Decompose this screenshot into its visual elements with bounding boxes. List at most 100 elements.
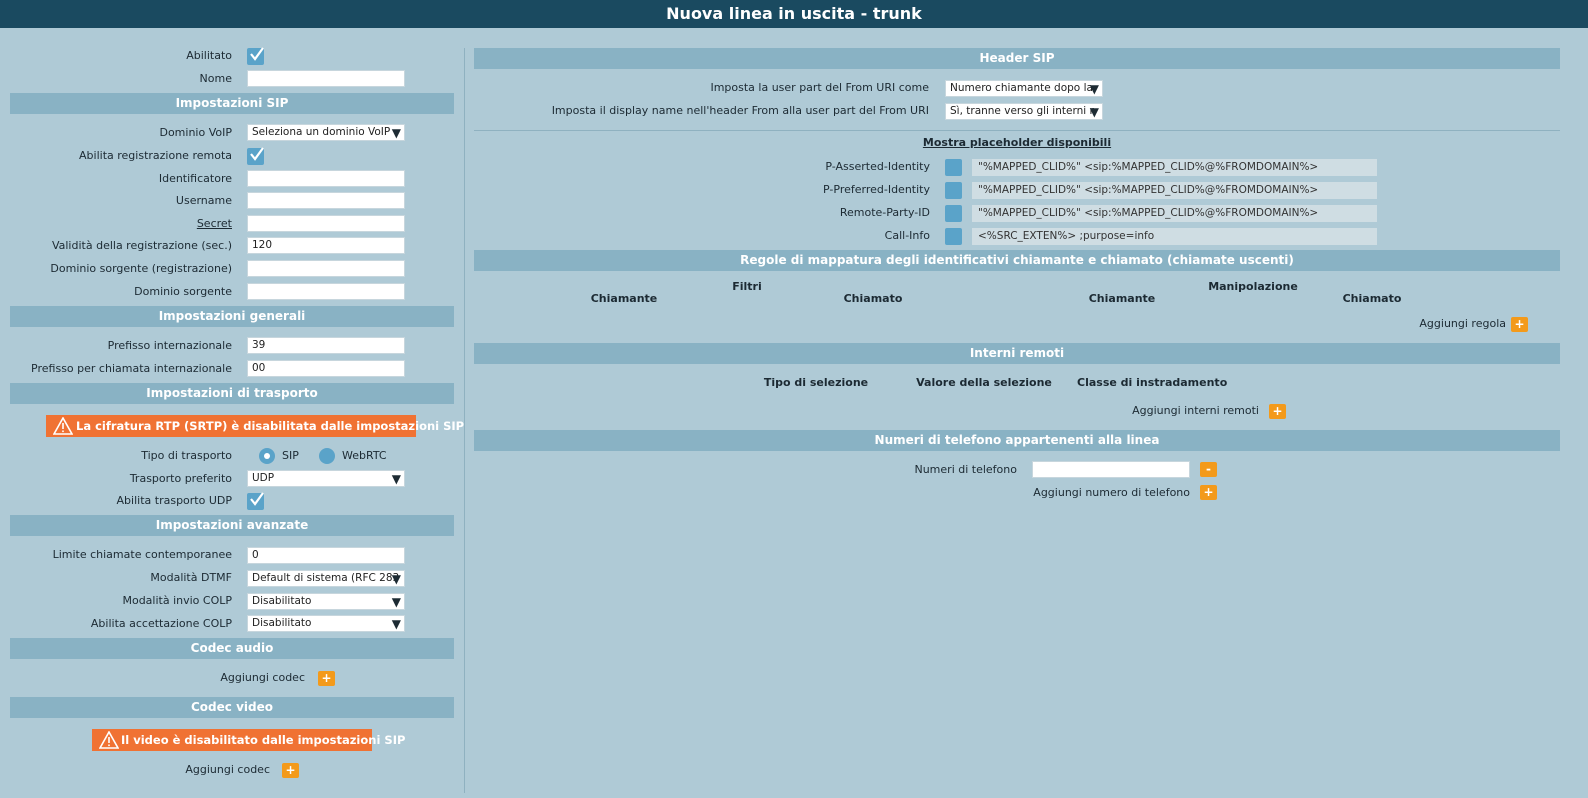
manipolazione-header: Manipolazione [1208,280,1298,293]
prefisso-chiamata-input[interactable]: 00 [247,360,405,377]
add-codec-video-button[interactable]: + [282,763,299,778]
srtp-warning-text: La cifratura RTP (SRTP) è disabilitata d… [76,419,465,433]
call-info-label: Call-Info [884,229,930,242]
add-regola-button[interactable]: + [1511,317,1528,332]
numeri-telefono-input[interactable] [1032,461,1190,478]
secret-label[interactable]: Secret [10,215,232,233]
dominio-voip-label: Dominio VoIP [159,126,232,139]
chevron-down-icon: ▼ [391,617,401,631]
chevron-down-icon: ▼ [391,595,401,609]
from-uri-select[interactable]: Numero chiamante dopo la ▼ [945,80,1103,97]
dominio-sorgente-input[interactable] [247,283,405,300]
dominio-sorgente-label: Dominio sorgente [134,285,232,298]
manipolazione-chiamato-header: Chiamato [1342,292,1402,305]
section-header-generali: Impostazioni generali [10,306,454,327]
column-divider [464,48,465,793]
dtmf-select[interactable]: Default di sistema (RFC 283 ▼ [247,570,405,587]
manipolazione-chiamante-header: Chiamante [1088,292,1156,305]
chevron-down-icon: ▼ [391,126,401,140]
add-codec-audio-button[interactable]: + [318,671,335,686]
p-asserted-identity-input[interactable]: "%MAPPED_CLID%" <sip:%MAPPED_CLID%@%FROM… [972,159,1377,176]
page-title: Nuova linea in uscita - trunk [0,0,1588,28]
add-numero-button[interactable]: + [1200,485,1217,500]
remote-party-id-input[interactable]: "%MAPPED_CLID%" <sip:%MAPPED_CLID%@%FROM… [972,205,1377,222]
radio-sip[interactable] [259,448,275,464]
tipo-trasporto-label: Tipo di trasporto [141,449,232,462]
nome-label: Nome [199,72,232,85]
display-name-value: Sì, tranne verso gli interni r [950,105,1094,117]
dtmf-value: Default di sistema (RFC 283 [252,572,400,584]
tipo-selezione-header: Tipo di selezione [763,376,869,389]
section-header-trasporto: Impostazioni di trasporto [10,383,454,404]
trasporto-preferito-label: Trasporto preferito [129,472,232,485]
identificatore-label: Identificatore [158,172,232,185]
chevron-down-icon: ▼ [1089,105,1099,119]
limite-chiamate-input[interactable]: 0 [247,547,405,564]
prefisso-internazionale-input[interactable]: 39 [247,337,405,354]
abilitato-checkbox[interactable] [247,47,264,65]
video-warning-banner: Il video è disabilitato dalle impostazio… [92,729,405,751]
validita-label: Validità della registrazione (sec.) [51,239,232,252]
nome-input[interactable] [247,70,405,87]
chevron-down-icon: ▼ [1089,82,1099,96]
p-preferred-identity-checkbox[interactable] [945,182,962,199]
remove-numero-button[interactable]: - [1200,462,1217,477]
dominio-sorgente-registrazione-input[interactable] [247,260,405,277]
username-input[interactable] [247,192,405,209]
colp-invio-select[interactable]: Disabilitato ▼ [247,593,405,610]
warning-icon [99,731,119,749]
dominio-voip-select[interactable]: Seleziona un dominio VoIP ▼ [247,124,405,141]
p-preferred-identity-label: P-Preferred-Identity [823,183,930,196]
trasporto-udp-checkbox[interactable] [247,492,264,510]
dominio-sorgente-registrazione-label: Dominio sorgente (registrazione) [50,262,232,275]
trasporto-preferito-select[interactable]: UDP ▼ [247,470,405,487]
placeholder-link[interactable]: Mostra placeholder disponibili [474,134,1560,152]
display-name-label: Imposta il display name nell'header From… [551,104,929,117]
warning-icon [53,417,73,435]
prefisso-internazionale-label: Prefisso internazionale [107,339,232,352]
registrazione-remota-checkbox[interactable] [247,147,264,165]
section-header-avanzate: Impostazioni avanzate [10,515,454,536]
secret-input[interactable] [247,215,405,232]
header-sip-divider [474,130,1560,131]
video-warning-text: Il video è disabilitato dalle impostazio… [121,733,406,747]
aggiungi-codec-audio-label: Aggiungi codec [220,671,305,684]
registrazione-remota-label: Abilita registrazione remota [79,149,232,162]
valore-selezione-header: Valore della selezione [916,376,1052,389]
call-info-checkbox[interactable] [945,228,962,245]
filtri-chiamato-header: Chiamato [843,292,903,305]
limite-chiamate-label: Limite chiamate contemporanee [52,548,232,561]
section-header-sip: Impostazioni SIP [10,93,454,114]
srtp-warning-banner: La cifratura RTP (SRTP) è disabilitata d… [46,415,464,437]
identificatore-input[interactable] [247,170,405,187]
validita-input[interactable]: 120 [247,237,405,254]
checkmark-icon [250,492,264,506]
section-header-sip-header: Header SIP [474,48,1560,69]
section-header-codec-audio: Codec audio [10,638,454,659]
colp-accettazione-label: Abilita accettazione COLP [90,617,232,630]
username-label: Username [175,194,232,207]
section-header-interni-remoti: Interni remoti [474,343,1560,364]
section-header-mappatura: Regole di mappatura degli identificativi… [474,250,1560,271]
filtri-chiamante-header: Chiamante [590,292,658,305]
colp-accettazione-select[interactable]: Disabilitato ▼ [247,615,405,632]
aggiungi-numero-label: Aggiungi numero di telefono [1033,486,1190,499]
chevron-down-icon: ▼ [391,572,401,586]
remote-party-id-label: Remote-Party-ID [839,206,930,219]
from-uri-label: Imposta la user part del From URI come [710,81,929,94]
from-uri-value: Numero chiamante dopo la [950,82,1093,94]
remote-party-id-checkbox[interactable] [945,205,962,222]
radio-webrtc[interactable] [319,448,335,464]
section-header-numeri: Numeri di telefono appartenenti alla lin… [474,430,1560,451]
p-asserted-identity-checkbox[interactable] [945,159,962,176]
radio-webrtc-label: WebRTC [342,449,387,462]
p-preferred-identity-input[interactable]: "%MAPPED_CLID%" <sip:%MAPPED_CLID%@%FROM… [972,182,1377,199]
call-info-input[interactable]: <%SRC_EXTEN%> ;purpose=info [972,228,1377,245]
display-name-select[interactable]: Sì, tranne verso gli interni r ▼ [945,103,1103,120]
colp-accettazione-value: Disabilitato [252,617,312,629]
add-interni-button[interactable]: + [1269,404,1286,419]
checkmark-icon [250,47,264,61]
trasporto-udp-label: Abilita trasporto UDP [116,494,232,507]
chevron-down-icon: ▼ [391,472,401,486]
colp-invio-value: Disabilitato [252,595,312,607]
